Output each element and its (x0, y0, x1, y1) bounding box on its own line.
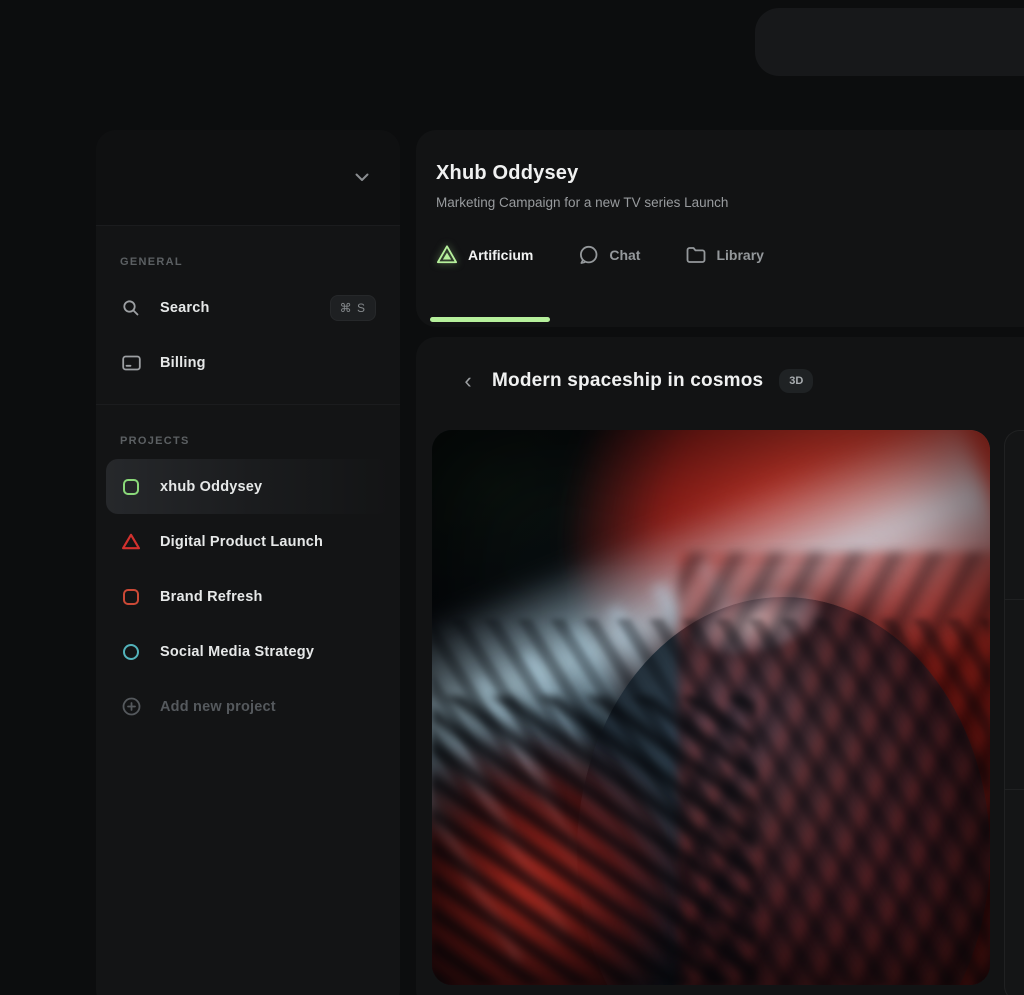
artwork-layer-vignette (432, 430, 990, 985)
tab-chat[interactable]: Chat (579, 245, 640, 265)
sidebar-project-digital-product-launch[interactable]: Digital Product Launch (106, 514, 390, 569)
back-chevron-icon[interactable]: ‹ (456, 369, 480, 393)
active-tab-indicator (430, 317, 550, 322)
artificium-content-panel: ‹ Modern spaceship in cosmos 3D (416, 337, 1024, 995)
project-label: Digital Product Launch (160, 534, 323, 550)
sidebar-item-billing[interactable]: Billing (106, 335, 390, 390)
search-icon (120, 297, 142, 319)
project-label: xhub Oddysey (160, 479, 262, 495)
billing-card-icon (120, 352, 142, 374)
section-label-projects: PROJECTS (120, 405, 376, 459)
card-divider (1005, 789, 1024, 790)
sidebar-item-label: Billing (160, 355, 206, 371)
sidebar-item-label: Search (160, 300, 210, 316)
chat-bubble-icon (579, 245, 599, 265)
generated-image[interactable] (432, 430, 990, 985)
tab-artificium[interactable]: Artificium (436, 244, 533, 265)
sidebar-header (96, 130, 400, 226)
project-label: Social Media Strategy (160, 644, 314, 660)
tab-label: Artificium (468, 247, 533, 263)
chevron-down-icon[interactable] (348, 164, 376, 192)
project-triangle-icon (120, 531, 142, 553)
tab-label: Chat (609, 247, 640, 263)
artificium-logo-icon (436, 244, 458, 265)
shortcut-badge: ⌘ S (330, 295, 376, 321)
card-divider (1005, 599, 1024, 600)
generation-header: ‹ Modern spaceship in cosmos 3D (432, 369, 1024, 393)
section-label-general: GENERAL (120, 226, 376, 280)
sidebar-project-social-media-strategy[interactable]: Social Media Strategy (106, 624, 390, 679)
project-header-panel: Xhub Oddysey Marketing Campaign for a ne… (416, 130, 1024, 327)
sidebar-item-search[interactable]: Search ⌘ S (106, 280, 390, 335)
project-square-icon (120, 586, 142, 608)
generation-title: Modern spaceship in cosmos (492, 370, 763, 392)
project-label: Brand Refresh (160, 589, 263, 605)
plus-circle-icon (120, 696, 142, 718)
adjacent-card-partial[interactable] (1004, 430, 1024, 995)
add-new-project-label: Add new project (160, 699, 276, 715)
tab-label: Library (716, 247, 763, 263)
folder-icon (686, 246, 706, 264)
sidebar-project-xhub-oddysey[interactable]: xhub Oddysey (106, 459, 390, 514)
project-square-icon (120, 476, 142, 498)
tab-bar: Artificium Chat Library (436, 244, 1024, 265)
3d-badge: 3D (779, 369, 813, 393)
page-subtitle: Marketing Campaign for a new TV series L… (436, 195, 1024, 210)
page-title: Xhub Oddysey (436, 162, 1024, 185)
decorative-window-shape (755, 8, 1024, 76)
add-new-project-button[interactable]: Add new project (106, 679, 390, 734)
tab-library[interactable]: Library (686, 246, 763, 264)
sidebar: GENERAL Search ⌘ S Billing PROJECTS xhub… (96, 130, 400, 995)
project-circle-icon (120, 641, 142, 663)
sidebar-project-brand-refresh[interactable]: Brand Refresh (106, 569, 390, 624)
